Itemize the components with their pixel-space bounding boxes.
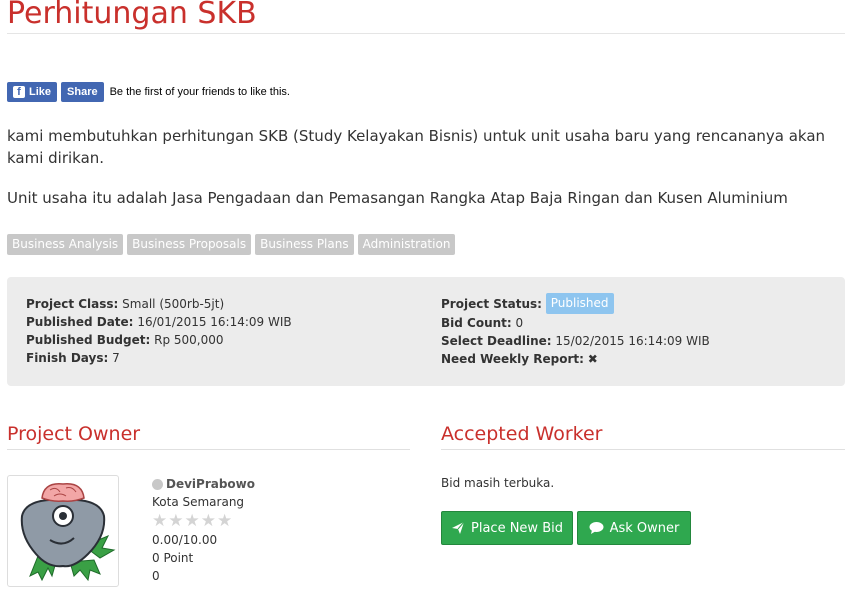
finish-days-value: 7 [112,351,120,365]
finish-days-label: Finish Days: [26,351,109,365]
paper-plane-icon [452,521,465,534]
owner-name-row: DeviPrabowo [152,475,255,493]
facebook-like-label: Like [29,86,52,98]
project-owner-heading: Project Owner [7,423,141,445]
bid-status-text: Bid masih terbuka. [441,476,555,490]
project-info-right: Project Status: Published Bid Count: 0 S… [441,292,710,368]
tag-administration[interactable]: Administration [357,234,456,255]
published-date-label: Published Date: [26,315,134,329]
published-date-row: Published Date: 16/01/2015 16:14:09 WIB [26,313,292,331]
project-description: kami membutuhkan perhitungan SKB (Study … [7,125,845,227]
bid-count-label: Bid Count: [441,315,512,330]
star-icon: ★ [217,511,234,531]
weekly-report-label: Need Weekly Report: [441,351,584,366]
skill-tags: Business Analysis Business Proposals Bus… [7,234,456,255]
project-info-left: Project Class: Small (500rb-5jt) Publish… [26,295,292,367]
facebook-widget: f Like Share Be the first of your friend… [7,82,290,102]
ask-owner-button[interactable]: Ask Owner [577,511,691,545]
place-new-bid-button[interactable]: Place New Bid [441,511,573,545]
tag-business-proposals[interactable]: Business Proposals [127,234,252,255]
finish-days-row: Finish Days: 7 [26,349,292,367]
x-icon: ✖ [587,351,598,366]
accepted-worker-heading: Accepted Worker [441,423,603,445]
facebook-icon: f [13,86,25,98]
published-date-value: 16/01/2015 16:14:09 WIB [137,315,292,329]
deadline-value: 15/02/2015 16:14:09 WIB [555,333,710,348]
worker-divider [441,449,845,450]
deadline-row: Select Deadline: 15/02/2015 16:14:09 WIB [441,332,710,350]
description-paragraph: kami membutuhkan perhitungan SKB (Study … [7,127,826,167]
project-status-label: Project Status: [441,297,542,311]
owner-name[interactable]: DeviPrabowo [166,475,255,493]
description-paragraph: Unit usaha itu adalah Jasa Pengadaan dan… [7,189,788,207]
offline-status-icon [152,478,163,490]
owner-count: 0 [152,569,160,583]
facebook-social-text: Be the first of your friends to like thi… [109,86,290,98]
bid-count-value: 0 [515,315,524,330]
budget-row: Published Budget: Rp 500,000 [26,331,292,349]
budget-value: Rp 500,000 [154,333,224,347]
bid-count-row: Bid Count: 0 [441,314,710,332]
project-class-row: Project Class: Small (500rb-5jt) [26,295,292,313]
star-icon: ★ [168,511,185,531]
star-icon: ★ [200,511,217,531]
star-icon: ★ [184,511,201,531]
tag-business-analysis[interactable]: Business Analysis [7,234,124,255]
owner-divider [7,449,410,450]
budget-label: Published Budget: [26,333,151,347]
project-class-value: Small (500rb-5jt) [122,297,225,311]
page-title: Perhitungan SKB [7,0,257,31]
title-divider [7,33,845,34]
place-new-bid-label: Place New Bid [471,520,563,536]
rating-stars: ★★★★★ [152,511,255,531]
comment-icon [589,522,604,534]
project-info-panel: Project Class: Small (500rb-5jt) Publish… [7,277,845,386]
ask-owner-label: Ask Owner [609,520,680,536]
project-status-row: Project Status: Published [441,292,710,314]
facebook-share-label: Share [67,86,98,98]
star-icon: ★ [152,511,169,531]
owner-info: DeviPrabowo Kota Semarang ★★★★★ 0.00/10.… [152,475,255,585]
monster-avatar-icon [20,483,116,582]
facebook-share-button[interactable]: Share [61,82,104,102]
owner-points: 0 Point [152,551,194,565]
status-badge: Published [545,292,614,314]
owner-rating-text: 0.00/10.00 [152,533,218,547]
deadline-label: Select Deadline: [441,333,552,348]
avatar[interactable] [7,475,119,587]
facebook-like-button[interactable]: f Like [7,82,58,102]
owner-city: Kota Semarang [152,495,245,509]
weekly-report-row: Need Weekly Report: ✖ [441,350,710,368]
project-class-label: Project Class: [26,297,119,311]
tag-business-plans[interactable]: Business Plans [255,234,354,255]
